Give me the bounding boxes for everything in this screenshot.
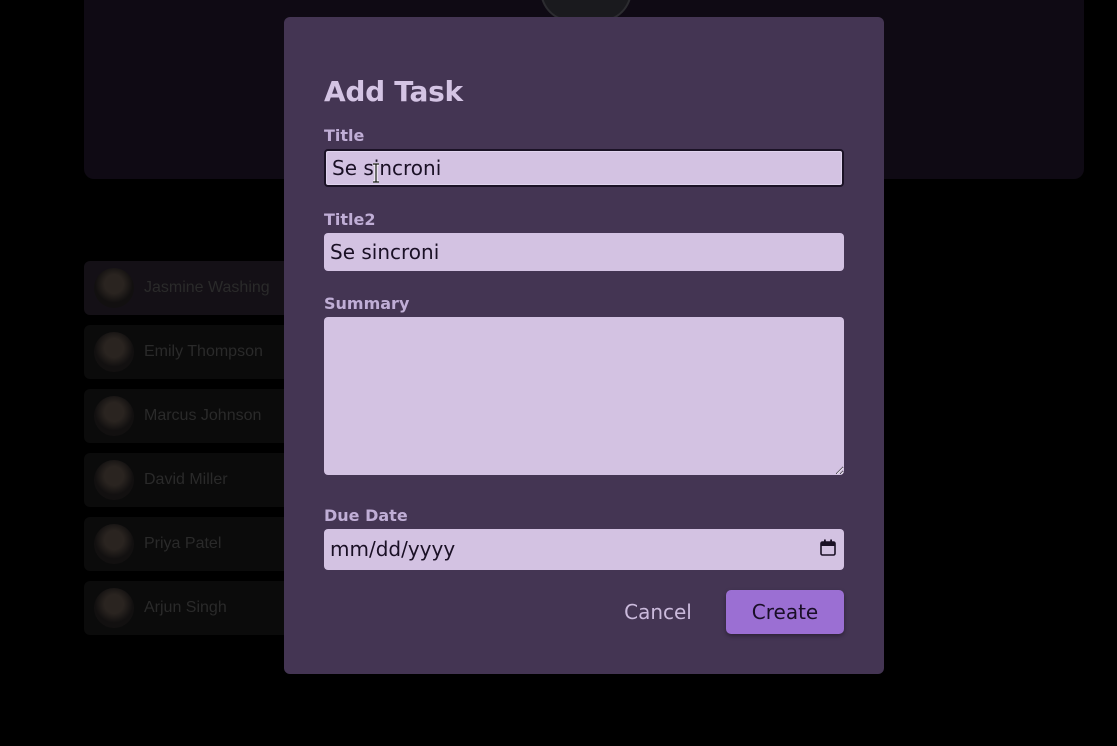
avatar [94,396,134,436]
text-cursor-icon [373,163,379,183]
avatar [94,460,134,500]
title2-input[interactable] [324,233,844,271]
avatar [94,268,134,308]
create-button[interactable]: Create [726,590,844,634]
title-input[interactable] [324,149,844,187]
calendar-icon[interactable] [820,539,836,556]
due-date-value: mm/dd/yyyy [330,537,456,561]
list-item[interactable]: Jasmine Washing [84,261,314,315]
cancel-button[interactable]: Cancel [608,590,708,634]
person-name: Priya Patel [144,535,222,552]
summary-textarea[interactable] [324,317,844,475]
title-label: Title [324,126,365,145]
person-name: Arjun Singh [144,599,227,616]
list-item[interactable]: Emily Thompson [84,325,314,379]
avatar [94,588,134,628]
list-item[interactable]: David Miller [84,453,314,507]
list-item[interactable]: Marcus Johnson [84,389,314,443]
person-name: David Miller [144,471,228,488]
list-item[interactable]: Arjun Singh [84,581,314,635]
due-date-input[interactable]: mm/dd/yyyy [324,529,844,570]
person-name: Marcus Johnson [144,407,262,424]
person-name: Jasmine Washing [144,279,270,296]
avatar [94,524,134,564]
title2-label: Title2 [324,210,376,229]
dialog-title: Add Task [324,75,463,108]
avatar [94,332,134,372]
person-name: Emily Thompson [144,343,263,360]
people-list: Jasmine Washing Emily Thompson Marcus Jo… [84,261,314,645]
due-date-label: Due Date [324,506,408,525]
summary-label: Summary [324,294,410,313]
add-task-dialog: Add Task Title Title2 Summary Due Date m… [284,17,884,674]
list-item[interactable]: Priya Patel [84,517,314,571]
